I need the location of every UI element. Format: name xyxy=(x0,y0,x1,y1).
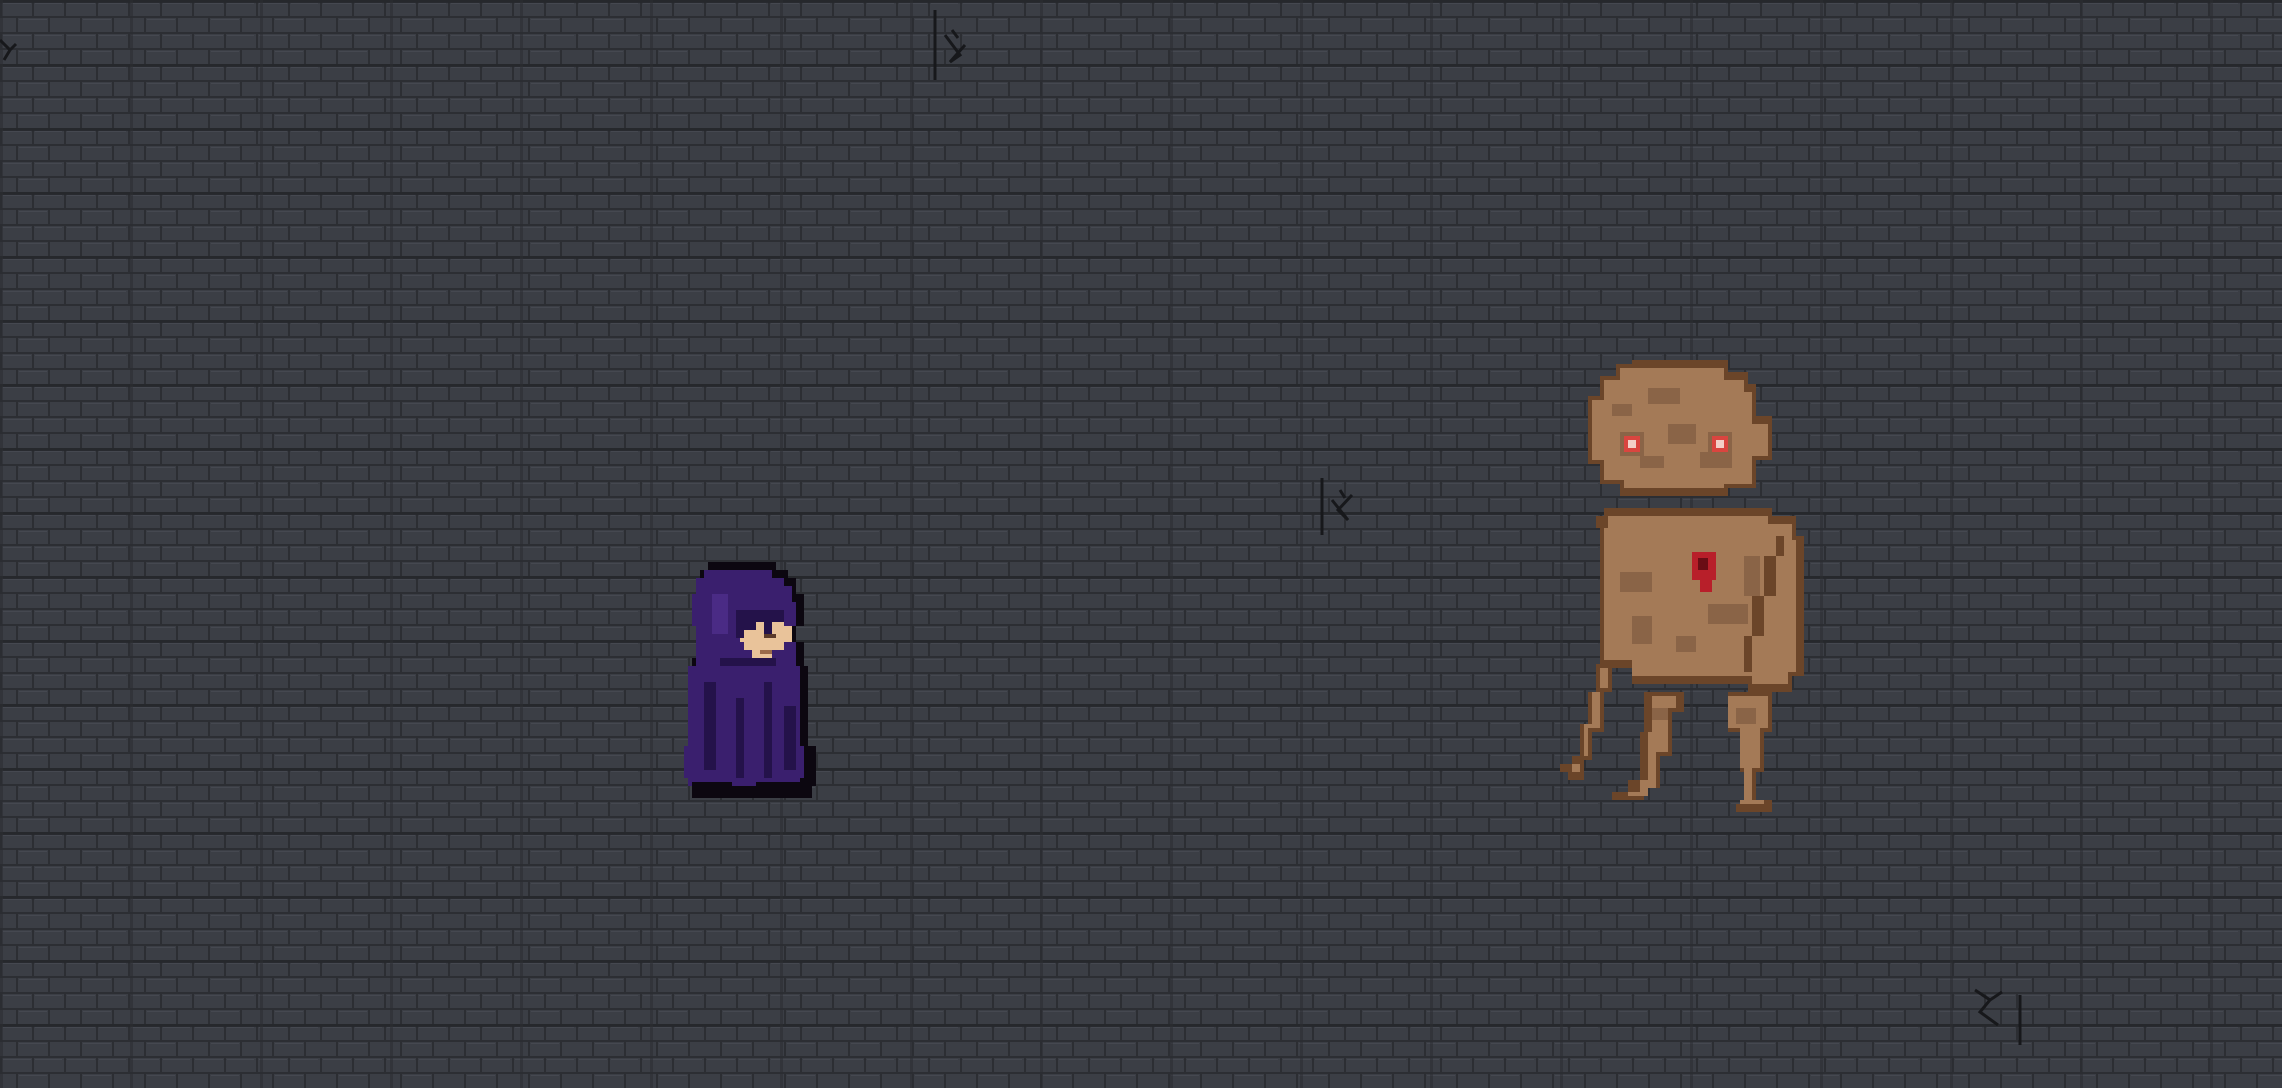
enemy-clay-golem[interactable] xyxy=(1552,356,1838,822)
game-viewport[interactable] xyxy=(0,0,2282,1088)
player-hooded-figure[interactable] xyxy=(680,562,816,798)
dungeon-floor xyxy=(0,0,2282,1088)
